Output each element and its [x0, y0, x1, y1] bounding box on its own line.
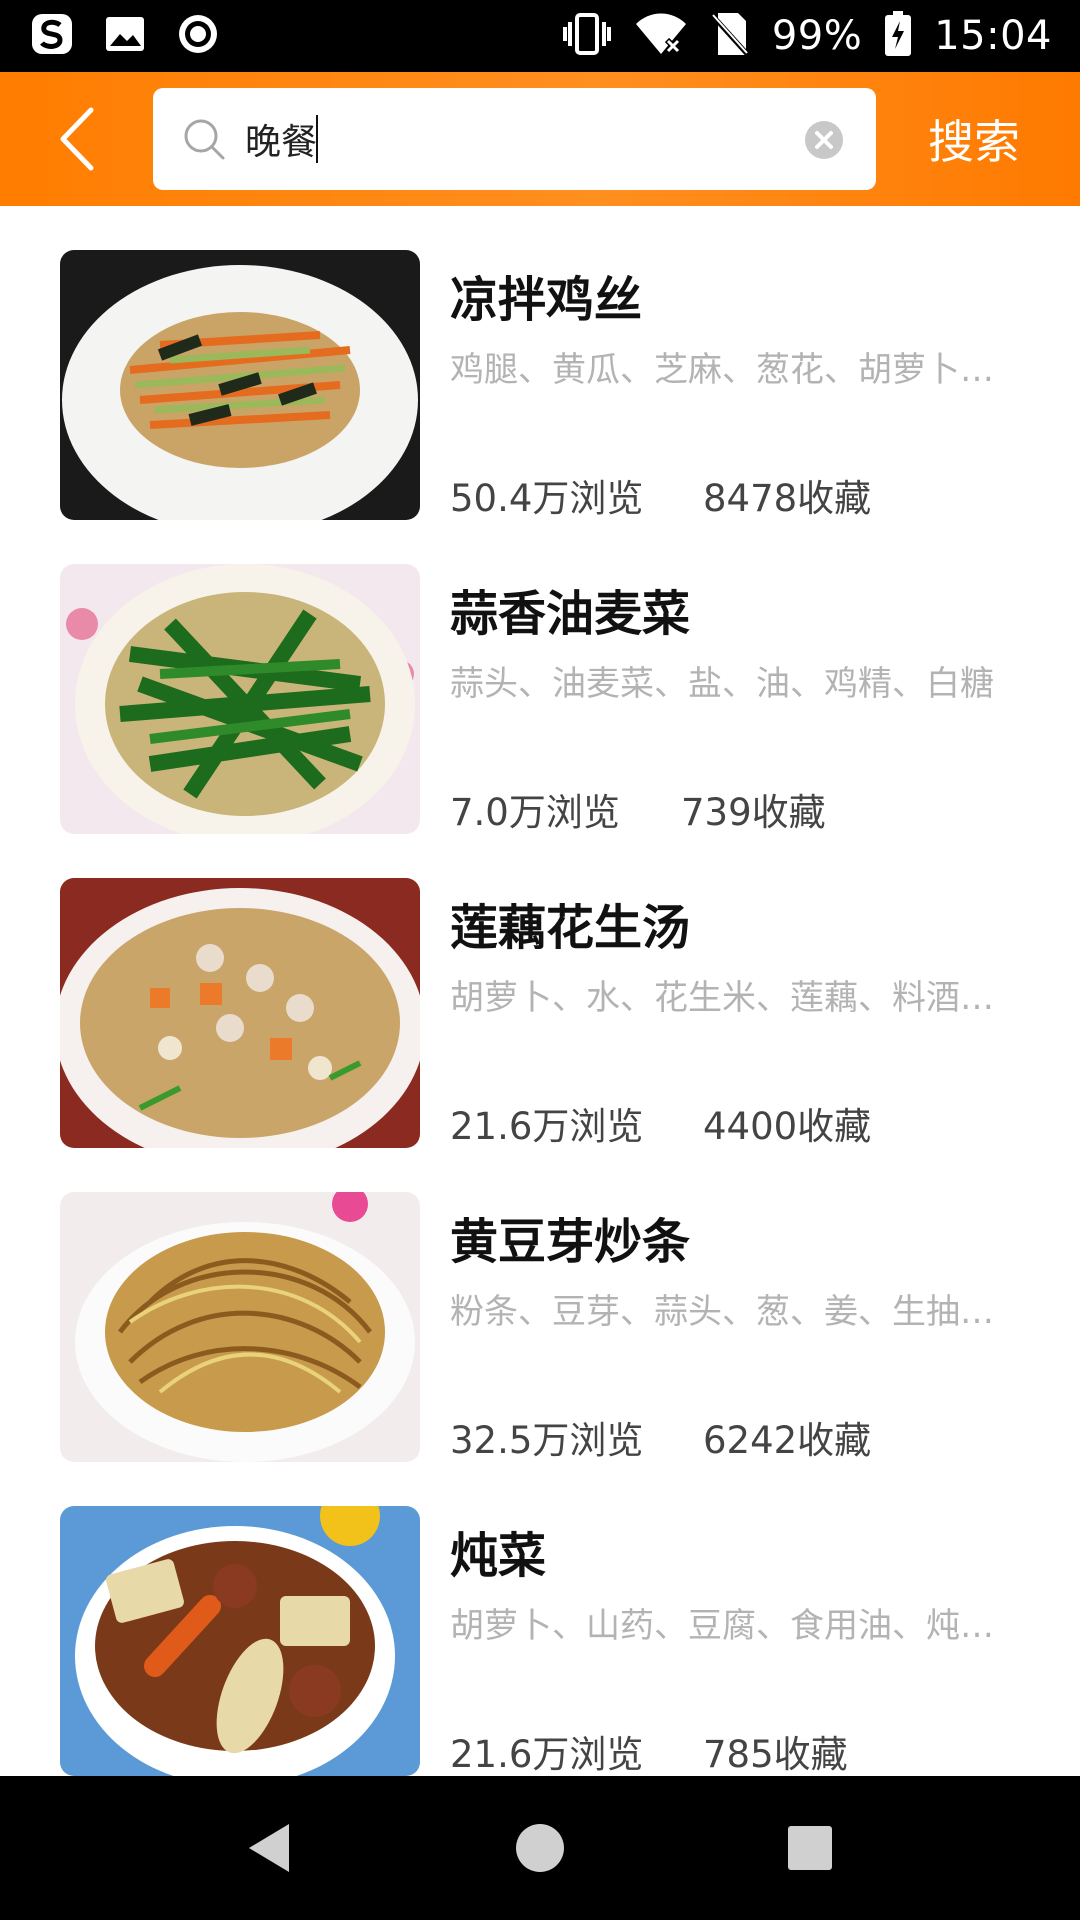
list-item[interactable]: 黄豆芽炒条 粉条、豆芽、蒜头、葱、姜、生抽、老抽 32.5万浏览 6242收藏	[0, 1192, 1080, 1462]
list-item[interactable]: 凉拌鸡丝 鸡腿、黄瓜、芝麻、葱花、胡萝卜、生抽 50.4万浏览 8478收藏	[0, 250, 1080, 520]
favorite-count: 785收藏	[703, 1733, 848, 1776]
clock: 15:04	[934, 13, 1052, 59]
text-caret	[316, 115, 318, 163]
battery-percent: 99%	[771, 13, 863, 59]
recipe-image	[60, 250, 420, 520]
recipe-ingredients: 蒜头、油麦菜、盐、油、鸡精、白糖	[450, 664, 994, 704]
home-nav-button[interactable]	[504, 1812, 576, 1884]
wifi-icon	[634, 12, 688, 60]
recipe-image	[60, 1192, 420, 1462]
list-item[interactable]: 炖菜 胡萝卜、山药、豆腐、食用油、炖肉料 21.6万浏览 785收藏	[0, 1506, 1080, 1776]
view-count: 21.6万浏览	[450, 1733, 644, 1776]
search-button[interactable]: 搜索	[904, 102, 1044, 176]
recipe-ingredients: 粉条、豆芽、蒜头、葱、姜、生抽、老抽	[450, 1292, 1020, 1332]
no-sim-icon	[709, 11, 750, 61]
list-item[interactable]: 蒜香油麦菜 蒜头、油麦菜、盐、油、鸡精、白糖 7.0万浏览 739收藏	[0, 564, 1080, 834]
recipe-ingredients: 胡萝卜、山药、豆腐、食用油、炖肉料	[450, 1606, 1020, 1646]
favorite-count: 739收藏	[681, 791, 826, 834]
recipe-title: 莲藕花生汤	[450, 900, 691, 956]
back-nav-button[interactable]	[234, 1812, 306, 1884]
recipe-image	[60, 878, 420, 1148]
navigation-bar	[0, 1776, 1080, 1920]
recipe-list: 凉拌鸡丝 鸡腿、黄瓜、芝麻、葱花、胡萝卜、生抽 50.4万浏览 8478收藏 蒜…	[0, 206, 1080, 1776]
sogou-icon	[30, 12, 74, 60]
favorite-count: 6242收藏	[703, 1419, 872, 1462]
recipe-title: 炖菜	[450, 1528, 547, 1584]
status-bar: 99% 15:04	[0, 0, 1080, 72]
recipe-title: 蒜香油麦菜	[450, 586, 691, 642]
recipe-ingredients: 胡萝卜、水、花生米、莲藕、料酒、盐	[450, 978, 1020, 1018]
recipe-ingredients: 鸡腿、黄瓜、芝麻、葱花、胡萝卜、生抽	[450, 350, 1020, 390]
recents-square-icon	[788, 1826, 832, 1870]
list-item[interactable]: 莲藕花生汤 胡萝卜、水、花生米、莲藕、料酒、盐 21.6万浏览 4400收藏	[0, 878, 1080, 1148]
favorite-count: 8478收藏	[703, 477, 872, 520]
search-icon	[184, 119, 225, 160]
search-input[interactable]	[245, 106, 745, 172]
vibrate-icon	[562, 12, 612, 60]
record-icon	[176, 12, 220, 60]
recipe-image	[60, 564, 420, 834]
view-count: 50.4万浏览	[450, 477, 644, 520]
recipe-title: 凉拌鸡丝	[450, 272, 643, 328]
back-triangle-icon	[249, 1824, 289, 1872]
view-count: 21.6万浏览	[450, 1105, 644, 1148]
favorite-count: 4400收藏	[703, 1105, 872, 1148]
recipe-title: 黄豆芽炒条	[450, 1214, 691, 1270]
view-count: 32.5万浏览	[450, 1419, 644, 1462]
search-header: 搜索	[0, 72, 1080, 206]
search-box[interactable]	[153, 88, 876, 190]
battery-icon	[884, 11, 912, 61]
recents-nav-button[interactable]	[774, 1812, 846, 1884]
home-circle-icon	[516, 1824, 564, 1872]
chevron-left-icon	[60, 107, 94, 171]
clear-icon[interactable]	[804, 120, 844, 160]
view-count: 7.0万浏览	[450, 791, 620, 834]
recipe-image	[60, 1506, 420, 1776]
back-button[interactable]	[42, 102, 112, 176]
image-icon	[104, 14, 146, 58]
